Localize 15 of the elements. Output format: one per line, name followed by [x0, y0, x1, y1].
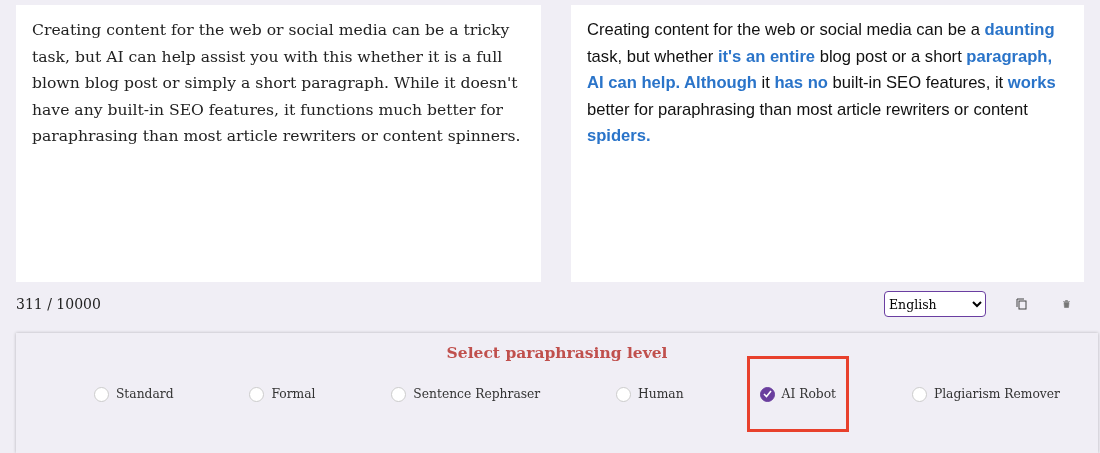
radio-option[interactable]: Plagiarism Remover	[898, 356, 1073, 432]
radio-option[interactable]: Formal	[236, 356, 329, 432]
highlighted-radio-option[interactable]: AI Robot	[746, 356, 850, 432]
check-icon	[762, 390, 772, 398]
language-select[interactable]: English	[884, 291, 986, 317]
section-title: Select paraphrasing level	[445, 342, 669, 362]
output-text-area: Creating content for the web or social media can be a daunting task, but whether it's an entire blog post or a short paragraph, AI can help. Although it has no built-in SEO features, it works better for paraphrasing than most article rewriters or content spiders.	[571, 5, 1084, 282]
copy-icon	[1016, 298, 1027, 310]
character-count: 311 / 10000	[16, 296, 102, 312]
radio-button[interactable]	[759, 386, 775, 402]
delete-button[interactable]	[1063, 300, 1070, 308]
input-text-area[interactable]: Creating content for the web or social media can be a tricky task, but AI can help assist you with this whether it is a full blown blog post or simply a short paragraph. While it doesn't have any built-in SEO features, it functions much better for paraphrasing than most article rewriters or content spinners.	[16, 5, 541, 282]
copy-button[interactable]	[1016, 298, 1027, 310]
radio-option[interactable]: Standard	[80, 356, 187, 432]
trash-icon	[1063, 300, 1070, 308]
